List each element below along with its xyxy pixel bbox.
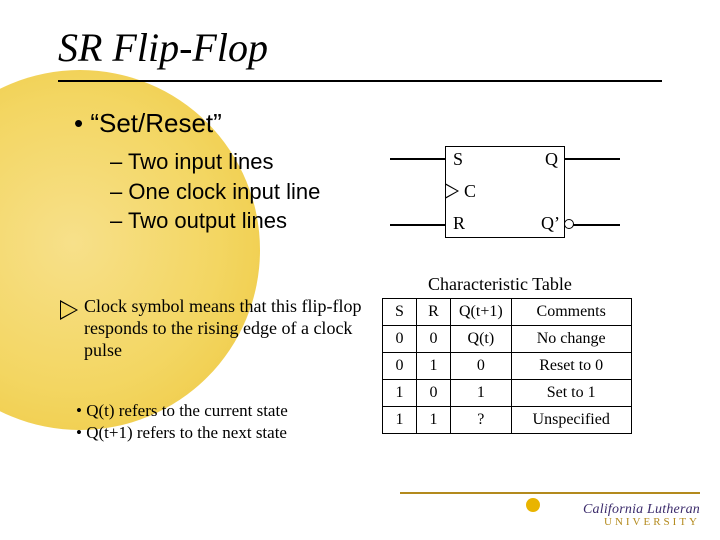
pin-label-s: S <box>453 149 463 170</box>
cell-s: 1 <box>383 407 417 434</box>
table-row: 1 1 ? Unspecified <box>383 407 632 434</box>
clock-edge-icon <box>445 183 459 199</box>
pin-label-c: C <box>464 181 476 202</box>
characteristic-table: S R Q(t+1) Comments 0 0 Q(t) No change 0… <box>382 298 632 434</box>
university-logo: California Lutheran UNIVERSITY <box>583 502 700 528</box>
bullet-main: “Set/Reset” <box>74 108 680 139</box>
table-row: 0 0 Q(t) No change <box>383 326 632 353</box>
pin-label-q: Q <box>545 149 558 170</box>
cell-c: Set to 1 <box>511 380 631 407</box>
page-title: SR Flip-Flop <box>58 24 268 71</box>
cell-q: ? <box>451 407 512 434</box>
sr-flipflop-symbol: S R C Q Q’ <box>390 146 620 250</box>
cell-q: 1 <box>451 380 512 407</box>
cell-r: 0 <box>417 380 451 407</box>
cell-r: 1 <box>417 407 451 434</box>
pin-label-r: R <box>453 213 465 234</box>
wire-s <box>390 158 445 160</box>
header-comments: Comments <box>511 299 631 326</box>
state-notes: Q(t) refers to the current state Q(t+1) … <box>76 400 376 444</box>
cell-s: 0 <box>383 326 417 353</box>
cell-q: 0 <box>451 353 512 380</box>
cell-q: Q(t) <box>451 326 512 353</box>
cell-c: Unspecified <box>511 407 631 434</box>
pin-label-q-prime: Q’ <box>541 213 560 234</box>
title-underline <box>58 80 662 82</box>
cell-s: 1 <box>383 380 417 407</box>
cell-r: 1 <box>417 353 451 380</box>
wire-q-prime <box>572 224 620 226</box>
table-row: 0 1 0 Reset to 0 <box>383 353 632 380</box>
cell-s: 0 <box>383 353 417 380</box>
cell-c: Reset to 0 <box>511 353 631 380</box>
wire-r <box>390 224 445 226</box>
header-r: R <box>417 299 451 326</box>
wire-q <box>565 158 620 160</box>
clock-symbol-note: Clock symbol means that this flip-flop r… <box>84 296 364 362</box>
table-row: 1 0 1 Set to 1 <box>383 380 632 407</box>
state-note-next: Q(t+1) refers to the next state <box>76 422 376 444</box>
cell-r: 0 <box>417 326 451 353</box>
footer-underline <box>400 492 700 494</box>
clock-edge-icon <box>60 300 78 320</box>
header-s: S <box>383 299 417 326</box>
state-note-current: Q(t) refers to the current state <box>76 400 376 422</box>
table-header-row: S R Q(t+1) Comments <box>383 299 632 326</box>
inversion-bubble-icon <box>564 219 574 229</box>
sun-icon <box>518 490 548 520</box>
cell-c: No change <box>511 326 631 353</box>
characteristic-table-caption: Characteristic Table <box>428 274 572 295</box>
header-qnext: Q(t+1) <box>451 299 512 326</box>
